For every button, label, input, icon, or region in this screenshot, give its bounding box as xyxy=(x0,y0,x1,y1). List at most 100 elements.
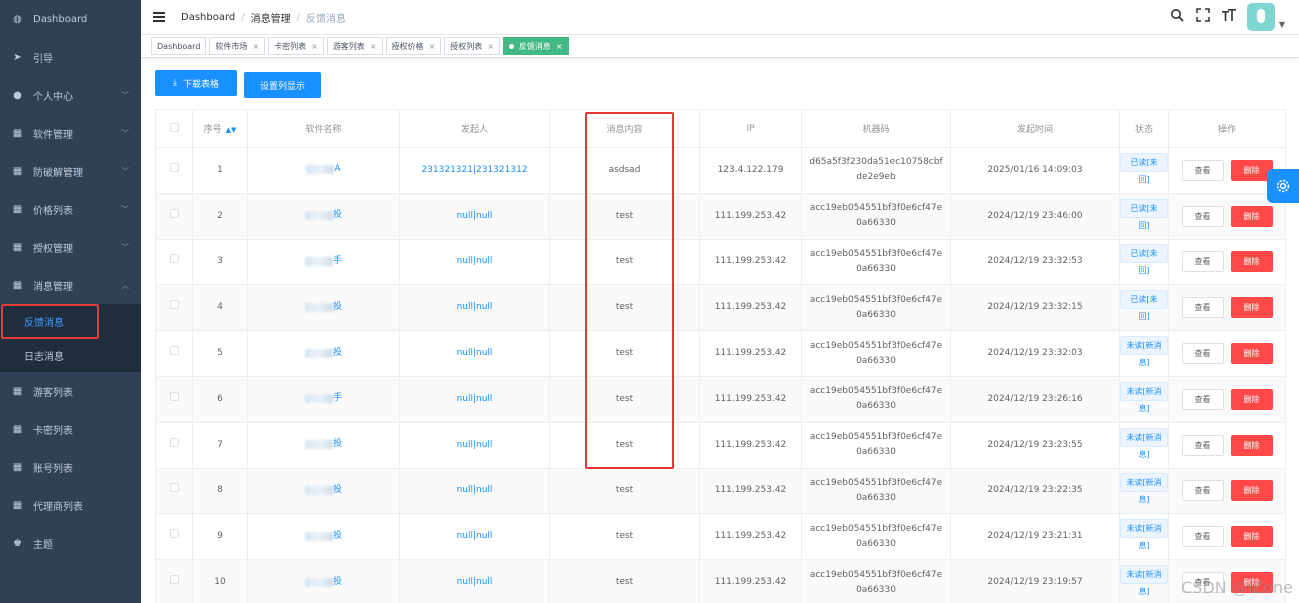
tag-item[interactable]: Dashboard xyxy=(151,37,207,55)
view-button[interactable]: 查看 xyxy=(1181,434,1224,456)
view-button[interactable]: 查看 xyxy=(1181,343,1224,365)
sidebar-subitem-log[interactable]: 日志消息 xyxy=(0,338,141,372)
select-all-checkbox[interactable] xyxy=(155,109,193,148)
cell-sender[interactable]: null|null xyxy=(399,559,550,603)
sidebar-item[interactable]: ➤ 引导 xyxy=(0,38,141,76)
delete-button[interactable]: 删除 xyxy=(1230,297,1273,319)
breadcrumb-home[interactable]: Dashboard xyxy=(181,12,235,23)
cell-sender[interactable]: null|null xyxy=(399,513,550,561)
close-icon[interactable]: × xyxy=(487,42,494,51)
sidebar-item[interactable]: ◍ Dashboard xyxy=(0,0,141,38)
table-row[interactable]: 5 投 null|null test 111.199.253.42 acc19eb0545… xyxy=(155,330,1286,377)
view-button[interactable]: 查看 xyxy=(1181,388,1224,410)
row-checkbox[interactable] xyxy=(155,147,193,194)
close-icon[interactable]: × xyxy=(429,42,436,51)
settings-gear-button[interactable] xyxy=(1267,169,1299,203)
sender-link[interactable]: null|null xyxy=(457,394,493,404)
sender-link[interactable]: null|null xyxy=(457,440,493,450)
close-icon[interactable]: × xyxy=(252,42,259,51)
sidebar-item[interactable]: ▦ 授权管理 ﹀ xyxy=(0,228,141,266)
sidebar-item[interactable]: ▦ 账号列表 xyxy=(0,448,141,486)
font-size-icon[interactable] xyxy=(1221,8,1237,26)
close-icon[interactable]: × xyxy=(311,42,318,51)
cell-sender[interactable]: 231321321|231321312 xyxy=(399,147,550,194)
cell-sender[interactable]: null|null xyxy=(399,284,550,332)
cell-actions: 查看 删除 xyxy=(1168,330,1286,377)
view-button[interactable]: 查看 xyxy=(1181,251,1224,273)
table-row[interactable]: 4 投 null|null test 111.199.253.42 acc19eb0545… xyxy=(155,284,1286,332)
sort-icon[interactable]: ▲▼ xyxy=(226,126,237,134)
breadcrumb-section[interactable]: 消息管理 xyxy=(251,10,291,25)
fullscreen-icon[interactable] xyxy=(1195,8,1211,26)
avatar[interactable] xyxy=(1246,3,1275,31)
download-table-button[interactable]: ⤓ 下载表格 xyxy=(155,70,237,96)
table-row[interactable]: 7 投 null|null test 111.199.253.42 acc19eb0545… xyxy=(155,421,1286,469)
search-icon[interactable] xyxy=(1169,8,1185,26)
cell-sender[interactable]: null|null xyxy=(399,375,550,423)
row-checkbox[interactable] xyxy=(155,467,193,515)
view-button[interactable]: 查看 xyxy=(1181,480,1224,502)
sidebar-item[interactable]: ▦ 游客列表 xyxy=(0,372,141,410)
tag-item[interactable]: 反馈消息 × xyxy=(502,37,569,55)
cell-sender[interactable]: null|null xyxy=(399,192,550,240)
delete-button[interactable]: 删除 xyxy=(1230,480,1273,502)
row-checkbox[interactable] xyxy=(155,559,193,603)
sidebar-subitem-feedback[interactable]: 反馈消息 xyxy=(0,304,141,338)
row-checkbox[interactable] xyxy=(155,421,193,469)
cell-sender[interactable]: null|null xyxy=(399,467,550,515)
tag-item[interactable]: 卡密列表 × xyxy=(268,37,324,55)
sidebar-item[interactable]: ▦ 软件管理 ﹀ xyxy=(0,114,141,152)
sender-link[interactable]: null|null xyxy=(457,211,493,221)
header-index[interactable]: 序号 ▲▼ xyxy=(192,109,248,148)
sender-link[interactable]: 231321321|231321312 xyxy=(421,165,527,175)
row-checkbox[interactable] xyxy=(155,238,193,286)
view-button[interactable]: 查看 xyxy=(1181,159,1224,181)
tag-item[interactable]: 授权价格 × xyxy=(385,37,442,55)
table-row[interactable]: 6 手 null|null test 111.199.253.42 acc19eb0545… xyxy=(155,375,1286,423)
close-icon[interactable]: × xyxy=(370,42,377,51)
cell-sender[interactable]: null|null xyxy=(399,238,550,286)
delete-button[interactable]: 删除 xyxy=(1230,251,1273,273)
column-settings-button[interactable]: 设置列显示 xyxy=(244,72,321,98)
sender-link[interactable]: null|null xyxy=(457,348,493,358)
sidebar-item[interactable]: ♚ 主题 xyxy=(0,524,141,562)
row-checkbox[interactable] xyxy=(155,513,193,561)
sidebar-item[interactable]: ▦ 价格列表 ﹀ xyxy=(0,190,141,228)
row-checkbox[interactable] xyxy=(155,375,193,423)
tag-item[interactable]: 游客列表 × xyxy=(326,37,383,55)
sender-link[interactable]: null|null xyxy=(457,531,493,541)
sender-link[interactable]: null|null xyxy=(457,577,493,587)
table-row[interactable]: 1 A 231321321|231321312 asdsad 123.4.122.179… xyxy=(155,147,1286,194)
row-checkbox[interactable] xyxy=(155,192,193,240)
table-row[interactable]: 9 投 null|null test 111.199.253.42 acc19eb0545… xyxy=(155,513,1286,561)
tag-item[interactable]: 软件市场 × xyxy=(209,37,266,55)
tag-item[interactable]: 授权列表 × xyxy=(444,37,500,55)
sidebar-item[interactable]: ▦ 消息管理 ︿ xyxy=(0,266,141,304)
cell-sender[interactable]: null|null xyxy=(399,330,550,377)
hamburger-icon[interactable] xyxy=(153,12,165,22)
sender-link[interactable]: null|null xyxy=(457,485,493,495)
close-icon[interactable]: × xyxy=(556,42,563,51)
view-button[interactable]: 查看 xyxy=(1181,297,1224,319)
delete-button[interactable]: 删除 xyxy=(1230,388,1273,410)
sender-link[interactable]: null|null xyxy=(457,256,493,266)
chevron-down-icon[interactable]: ▼ xyxy=(1279,20,1285,29)
row-checkbox[interactable] xyxy=(155,284,193,332)
view-button[interactable]: 查看 xyxy=(1181,526,1224,548)
cell-sender[interactable]: null|null xyxy=(399,421,550,469)
sidebar-item[interactable]: ▦ 代理商列表 xyxy=(0,486,141,524)
delete-button[interactable]: 删除 xyxy=(1230,434,1273,456)
table-row[interactable]: 8 投 null|null test 111.199.253.42 acc19eb0545… xyxy=(155,467,1286,515)
delete-button[interactable]: 删除 xyxy=(1230,343,1273,365)
delete-button[interactable]: 删除 xyxy=(1230,205,1273,227)
view-button[interactable]: 查看 xyxy=(1181,205,1224,227)
delete-button[interactable]: 删除 xyxy=(1230,526,1273,548)
sidebar-item[interactable]: ● 个人中心 ﹀ xyxy=(0,76,141,114)
sidebar-item[interactable]: ▦ 防破解管理 ﹀ xyxy=(0,152,141,190)
sidebar-item[interactable]: ▦ 卡密列表 xyxy=(0,410,141,448)
row-checkbox[interactable] xyxy=(155,330,193,377)
table-row[interactable]: 3 手 null|null test 111.199.253.42 acc19eb0545… xyxy=(155,238,1286,286)
table-row[interactable]: 2 投 null|null test 111.199.253.42 acc19eb0545… xyxy=(155,192,1286,240)
sender-link[interactable]: null|null xyxy=(457,302,493,312)
table-row[interactable]: 10 投 null|null test 111.199.253.42 acc19eb054… xyxy=(155,559,1286,603)
